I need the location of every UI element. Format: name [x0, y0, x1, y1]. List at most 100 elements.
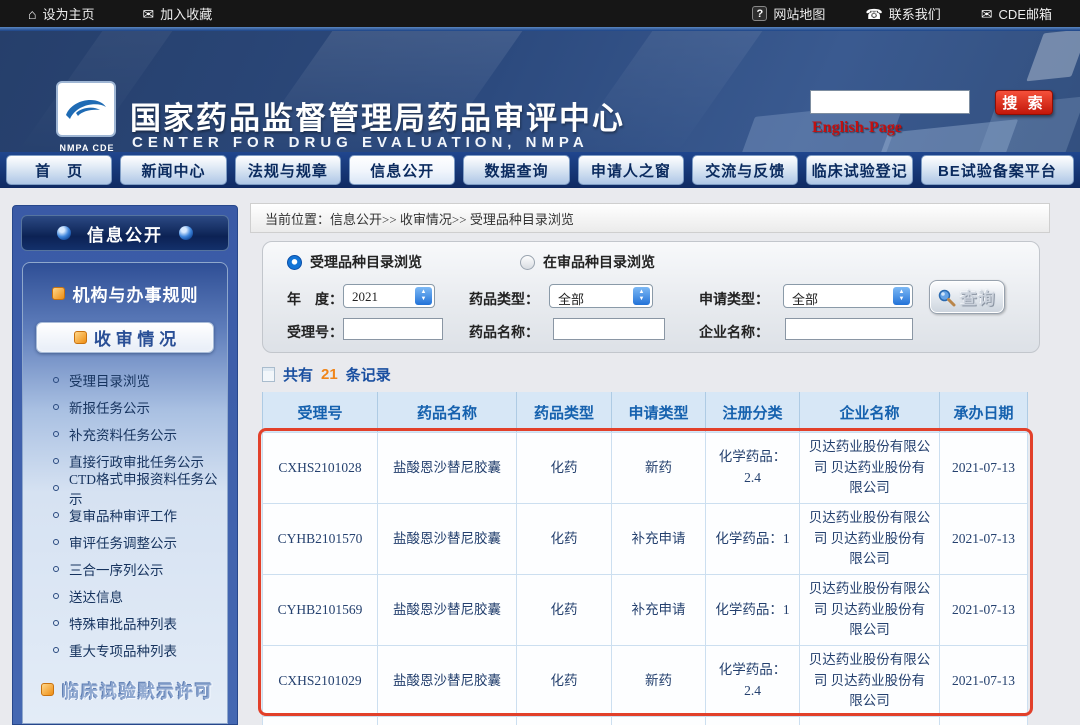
- sidebar-item-new-tasks[interactable]: 新报任务公示: [23, 393, 227, 420]
- sidebar-list: 受理目录浏览 新报任务公示 补充资料任务公示 直接行政审批任务公示 CTD格式申…: [23, 366, 227, 663]
- cell-drug-name: 盐酸恩沙替尼胶囊: [378, 504, 517, 575]
- tab-regulations[interactable]: 法规与规章: [235, 155, 341, 185]
- sidebar-item-three-in-one[interactable]: 三合一序列公示: [23, 555, 227, 582]
- cell-empty: [262, 717, 378, 725]
- apply-type-select[interactable]: 全部 ▲▼: [783, 284, 913, 308]
- sidebar-item-supplement-tasks[interactable]: 补充资料任务公示: [23, 420, 227, 447]
- english-page-link[interactable]: English-Page: [812, 119, 902, 137]
- drug-name-input[interactable]: [553, 318, 665, 340]
- table-body: CXHS2101028 盐酸恩沙替尼胶囊 化药 新药 化学药品：2.4 贝达药业…: [262, 432, 1030, 725]
- tab-clinical-trial-registry[interactable]: 临床试验登记: [806, 155, 912, 185]
- site-search-input[interactable]: [810, 90, 970, 114]
- cell-drug-type: 化药: [517, 504, 612, 575]
- cell-drug-type: 化药: [517, 575, 612, 646]
- sphere-icon: [57, 226, 71, 240]
- orange-bullet-icon: [74, 331, 87, 344]
- circle-bullet-icon: [53, 377, 59, 383]
- sidebar-item-acceptance-catalog[interactable]: 受理目录浏览: [23, 366, 227, 393]
- set-homepage-label: 设为主页: [42, 4, 94, 23]
- cell-empty: [378, 717, 517, 725]
- record-count-number: 21: [321, 366, 338, 383]
- sidebar-item-label: 重大专项品种列表: [69, 640, 177, 660]
- apply-type-value: 全部: [792, 292, 818, 307]
- cde-nmpa-page: ⌂ 设为主页 ✉ 加入收藏 ? 网站地图 ☎ 联系我们 ✉ CDE邮箱: [0, 0, 1080, 725]
- contact-link[interactable]: ☎ 联系我们: [865, 4, 940, 23]
- cell-company: 贝达药业股份有限公司 贝达药业股份有限公司: [800, 433, 940, 504]
- sidebar-title-bar: 信息公开: [21, 215, 229, 251]
- cell-accept-no: CYHB2101570: [262, 504, 378, 575]
- radio-selected-icon: [287, 255, 302, 270]
- tab-communication[interactable]: 交流与反馈: [692, 155, 798, 185]
- tab-be-trial-platform[interactable]: BE试验备案平台: [921, 155, 1074, 185]
- sidebar-item-label: 补充资料任务公示: [69, 424, 177, 444]
- site-search-button[interactable]: 搜 索: [995, 90, 1053, 115]
- sidebar-item-ctd-tasks[interactable]: CTD格式申报资料任务公示: [23, 474, 227, 501]
- table-row: CYHB2101569 盐酸恩沙替尼胶囊 化药 补充申请 化学药品：1 贝达药业…: [262, 575, 1030, 646]
- sidebar-item-special-approval-list[interactable]: 特殊审批品种列表: [23, 609, 227, 636]
- cell-company: 贝达药业股份有限公司 贝达药业股份有限公司: [800, 646, 940, 717]
- year-select[interactable]: 2021 ▲▼: [343, 284, 435, 308]
- circle-bullet-icon: [53, 458, 59, 464]
- drug-name-label: 药品名称：: [469, 322, 539, 342]
- accept-no-label: 受理号：: [287, 322, 343, 342]
- record-count: 共有 21 条记录: [262, 364, 391, 385]
- circle-bullet-icon: [53, 647, 59, 653]
- table-row-partial: [262, 717, 1030, 725]
- sitemap-link[interactable]: ? 网站地图: [752, 4, 825, 23]
- cell-drug-name: 盐酸恩沙替尼胶囊: [378, 646, 517, 717]
- sidebar-item-label: 送达信息: [69, 586, 123, 606]
- sitemap-label: 网站地图: [773, 4, 825, 23]
- cell-reg-class: 化学药品：1: [706, 575, 800, 646]
- company-input[interactable]: [785, 318, 913, 340]
- column-header: 申请类型: [612, 392, 706, 432]
- cell-apply-type: 补充申请: [612, 575, 706, 646]
- logo-swoosh-icon: [62, 89, 110, 129]
- radio-in-review-catalog[interactable]: 在审品种目录浏览: [520, 252, 655, 272]
- cell-drug-name: 盐酸恩沙替尼胶囊: [378, 575, 517, 646]
- tab-home[interactable]: 首 页: [6, 155, 112, 185]
- circle-bullet-icon: [53, 566, 59, 572]
- accept-no-input[interactable]: [343, 318, 443, 340]
- utility-left: ⌂ 设为主页 ✉ 加入收藏: [28, 4, 212, 23]
- sidebar-item-clinical-trial-implied-license[interactable]: 临床试验默示许可: [23, 677, 227, 702]
- drug-type-select[interactable]: 全部 ▲▼: [549, 284, 653, 308]
- sidebar-item-major-project-list[interactable]: 重大专项品种列表: [23, 636, 227, 663]
- sidebar-item-label: 特殊审批品种列表: [69, 613, 177, 633]
- cell-company: 贝达药业股份有限公司 贝达药业股份有限公司: [800, 575, 940, 646]
- cell-empty: [800, 717, 940, 725]
- cell-reg-class: 化学药品：2.4: [706, 433, 800, 504]
- sidebar-item-acceptance-review[interactable]: 收 审 情 况: [36, 322, 214, 353]
- envelope-icon: ✉: [142, 7, 154, 21]
- radio-unselected-icon: [520, 255, 535, 270]
- radio-accepted-catalog[interactable]: 受理品种目录浏览: [287, 252, 422, 272]
- add-favorite-label: 加入收藏: [160, 4, 212, 23]
- cell-reg-class: 化学药品：1: [706, 504, 800, 575]
- tab-data-query[interactable]: 数据查询: [463, 155, 569, 185]
- sphere-icon: [179, 226, 193, 240]
- tab-applicant-window[interactable]: 申请人之窗: [578, 155, 684, 185]
- cde-mailbox-link[interactable]: ✉ CDE邮箱: [981, 4, 1052, 23]
- stepper-icon: ▲▼: [893, 287, 910, 305]
- site-subtitle: CENTER FOR DRUG EVALUATION, NMPA: [132, 134, 589, 151]
- company-label: 企业名称：: [699, 322, 769, 342]
- sidebar-item-label: CTD格式申报资料任务公示: [69, 468, 227, 508]
- circle-bullet-icon: [53, 539, 59, 545]
- sidebar-title: 信息公开: [87, 221, 163, 246]
- set-homepage-link[interactable]: ⌂ 设为主页: [28, 4, 94, 23]
- orange-bullet-icon: [41, 683, 54, 696]
- org-rules-label: 机构与办事规则: [73, 281, 199, 306]
- query-button-label: 查询: [960, 285, 996, 309]
- tab-information-disclosure[interactable]: 信息公开: [349, 155, 455, 185]
- sidebar-item-task-adjustment[interactable]: 审评任务调整公示: [23, 528, 227, 555]
- magnifier-icon: [937, 288, 956, 307]
- sidebar-item-org-rules[interactable]: 机构与办事规则: [23, 281, 227, 306]
- cell-empty: [612, 717, 706, 725]
- query-button[interactable]: 查询: [929, 280, 1005, 314]
- sidebar-item-delivery-info[interactable]: 送达信息: [23, 582, 227, 609]
- tab-news[interactable]: 新闻中心: [120, 155, 226, 185]
- phone-icon: ☎: [865, 7, 882, 21]
- cell-accept-no: CXHS2101029: [262, 646, 378, 717]
- add-favorite-link[interactable]: ✉ 加入收藏: [142, 4, 212, 23]
- sidebar-item-label: 新报任务公示: [69, 397, 150, 417]
- utility-bar: ⌂ 设为主页 ✉ 加入收藏 ? 网站地图 ☎ 联系我们 ✉ CDE邮箱: [0, 0, 1080, 27]
